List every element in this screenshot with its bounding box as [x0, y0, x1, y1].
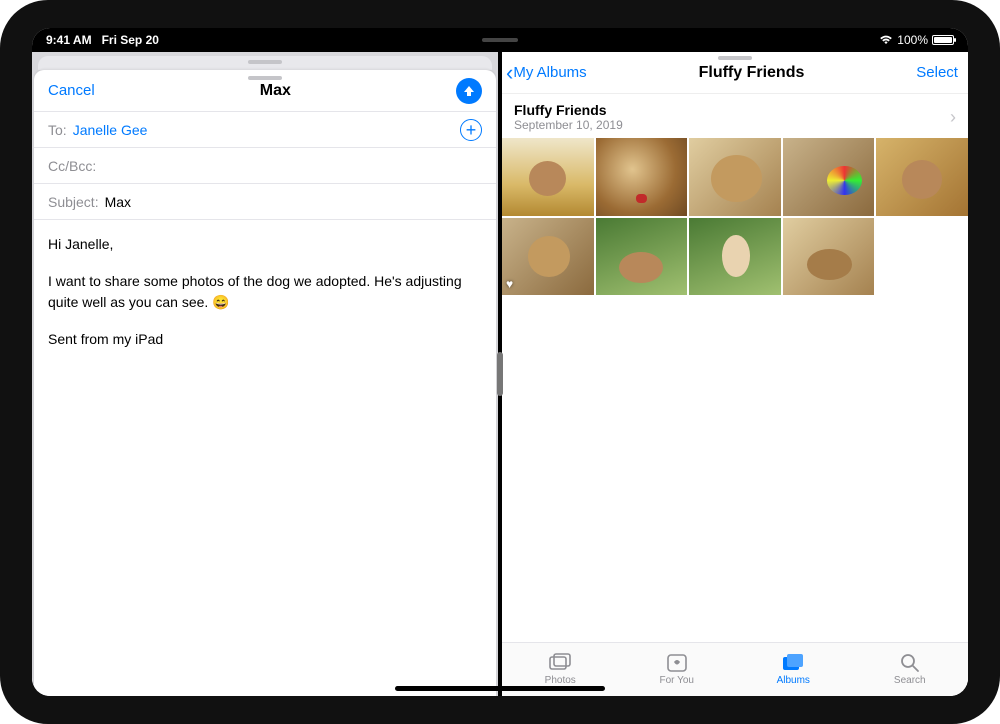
- status-date: Fri Sep 20: [102, 33, 159, 47]
- search-tab-icon: [899, 653, 921, 673]
- tab-label: Albums: [777, 675, 810, 686]
- back-button[interactable]: ‹ My Albums: [506, 62, 587, 84]
- photos-pane: ‹ My Albums Fluffy Friends Select Fluffy…: [502, 52, 968, 696]
- to-label: To:: [48, 122, 67, 138]
- photo-grid: ♥: [502, 138, 968, 297]
- select-button[interactable]: Select: [916, 64, 958, 81]
- photos-tab-icon: [548, 653, 572, 673]
- tab-for-you[interactable]: For You: [619, 643, 736, 696]
- split-view-divider[interactable]: [498, 52, 502, 696]
- plus-icon: +: [466, 121, 477, 139]
- photo-thumb[interactable]: ♥: [502, 218, 594, 296]
- photo-thumb[interactable]: [783, 218, 875, 296]
- ipad-device-frame: 9:41 AM Fri Sep 20 100% Cancel: [0, 0, 1000, 724]
- back-label: My Albums: [513, 64, 586, 81]
- split-handle-icon[interactable]: [497, 352, 503, 396]
- for-you-tab-icon: [666, 653, 688, 673]
- wifi-icon: [879, 35, 893, 45]
- multitask-grabber-icon[interactable]: [482, 38, 518, 42]
- album-name: Fluffy Friends: [514, 102, 623, 118]
- cc-bcc-field[interactable]: Cc/Bcc:: [34, 148, 496, 184]
- compose-sheet[interactable]: Cancel Max To: Janelle Gee +: [34, 70, 496, 696]
- add-contact-button[interactable]: +: [460, 119, 482, 141]
- favorite-heart-icon: ♥: [506, 277, 513, 291]
- body-greeting: Hi Janelle,: [48, 234, 482, 255]
- status-time: 9:41 AM: [46, 33, 92, 47]
- arrow-up-icon: [462, 84, 476, 98]
- subject-value[interactable]: Max: [105, 194, 131, 210]
- album-date: September 10, 2019: [514, 118, 623, 132]
- compose-title: Max: [260, 82, 291, 100]
- subject-field[interactable]: Subject: Max: [34, 184, 496, 220]
- subject-label: Subject:: [48, 194, 99, 210]
- photo-thumb[interactable]: [502, 138, 594, 216]
- tab-label: Search: [894, 675, 926, 686]
- sheet-grabber-icon: [248, 60, 282, 64]
- cancel-button[interactable]: Cancel: [48, 82, 95, 99]
- screen: 9:41 AM Fri Sep 20 100% Cancel: [32, 28, 968, 696]
- battery-percent: 100%: [897, 33, 928, 47]
- photos-multitask-grabber-icon[interactable]: [718, 56, 752, 60]
- photo-thumb[interactable]: [689, 138, 781, 216]
- compose-grabber-icon[interactable]: [248, 76, 282, 80]
- albums-tab-icon: [781, 653, 805, 673]
- chevron-right-icon: ›: [950, 107, 956, 128]
- underlying-sheet: [38, 56, 492, 70]
- status-right: 100%: [879, 33, 954, 47]
- signature: Sent from my iPad: [48, 329, 482, 350]
- photo-thumb[interactable]: [596, 138, 688, 216]
- to-field[interactable]: To: Janelle Gee +: [34, 112, 496, 148]
- split-view: Cancel Max To: Janelle Gee +: [32, 52, 968, 696]
- tab-label: For You: [660, 675, 694, 686]
- send-button[interactable]: [456, 78, 482, 104]
- message-body[interactable]: Hi Janelle, I want to share some photos …: [34, 220, 496, 380]
- photo-thumb[interactable]: [596, 218, 688, 296]
- mail-pane: Cancel Max To: Janelle Gee +: [32, 52, 498, 696]
- tab-albums[interactable]: Albums: [735, 643, 852, 696]
- photo-thumb[interactable]: [689, 218, 781, 296]
- battery-icon: [932, 35, 954, 45]
- to-value[interactable]: Janelle Gee: [73, 122, 148, 138]
- nav-title: Fluffy Friends: [699, 64, 805, 82]
- album-header[interactable]: Fluffy Friends September 10, 2019 ›: [502, 94, 968, 138]
- status-bar: 9:41 AM Fri Sep 20 100%: [32, 28, 968, 52]
- photo-thumb[interactable]: [783, 138, 875, 216]
- photo-thumb[interactable]: [876, 138, 968, 216]
- tab-label: Photos: [545, 675, 576, 686]
- cc-bcc-label: Cc/Bcc:: [48, 158, 96, 174]
- body-paragraph: I want to share some photos of the dog w…: [48, 271, 482, 313]
- chevron-left-icon: ‹: [506, 62, 513, 84]
- tab-search[interactable]: Search: [852, 643, 969, 696]
